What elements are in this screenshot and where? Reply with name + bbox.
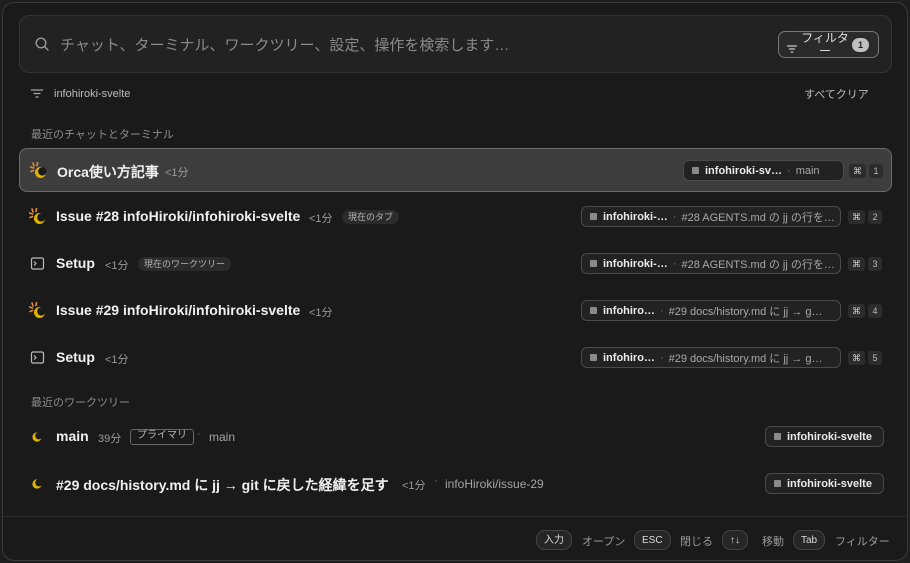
repo-square-icon xyxy=(692,167,699,174)
shortcut-number-key: 5 xyxy=(868,351,882,365)
repo-branch-pill: infohiroki-sv… · main xyxy=(683,160,844,181)
repo-square-icon xyxy=(590,213,597,220)
recent-item-row[interactable]: Issue #29 infoHiroki/infohiroki-svelte <… xyxy=(19,289,892,333)
shortcut-number-key: 1 xyxy=(869,164,883,178)
shortcut-cmd-key: ⌘ xyxy=(848,304,865,318)
shortcut-cmd-key: ⌘ xyxy=(849,164,866,178)
terminal-icon xyxy=(29,255,47,273)
shortcut-cmd-key: ⌘ xyxy=(848,257,865,271)
filter-icon xyxy=(787,40,797,58)
branch-name: #28 AGENTS.md の jj の行を… xyxy=(681,258,835,271)
command-palette: フィルター 1 infohiroki-svelte すべてクリア 最近のチャット… xyxy=(2,2,908,561)
current-tab-tag: 現在のタブ xyxy=(342,210,400,224)
recent-item-row[interactable]: Setup <1分 現在のワークツリー infohiroki-… · #28 A… xyxy=(19,242,892,286)
tab-key-hint: Tab xyxy=(793,530,826,550)
esc-key-hint: ESC xyxy=(634,530,671,550)
repo-pill: infohiroki-svelte xyxy=(765,426,884,447)
repo-name: infohiroki-svelte xyxy=(787,430,872,443)
branch-name: #28 AGENTS.md の jj の行を… xyxy=(681,211,835,224)
worktree-title: main xyxy=(56,428,89,444)
repo-square-icon xyxy=(590,307,597,314)
item-time: <1分 xyxy=(105,354,129,366)
filter-count-badge: 1 xyxy=(852,38,869,52)
branch-name: main xyxy=(795,164,820,177)
enter-key-hint: 入力 xyxy=(536,530,572,550)
shortcut-number-key: 4 xyxy=(868,304,882,318)
filter-button[interactable]: フィルター 1 xyxy=(778,31,879,58)
moon-icon xyxy=(29,475,47,493)
repo-name: infohiroki-… xyxy=(603,257,668,270)
section-header-recent-chats: 最近のチャットとターミナル xyxy=(31,129,174,141)
shortcut-cmd-key: ⌘ xyxy=(848,351,865,365)
repo-name: infohiro… xyxy=(603,351,655,364)
shortcut-number-key: 2 xyxy=(868,210,882,224)
primary-tag: プライマリ xyxy=(130,429,194,445)
tab-hint-label: フィルター xyxy=(835,536,890,548)
spinner-moon-icon xyxy=(28,301,47,320)
repo-branch-pill: infohiroki-… · #28 AGENTS.md の jj の行を… xyxy=(581,253,841,274)
repo-square-icon xyxy=(590,354,597,361)
repo-square-icon xyxy=(774,433,781,440)
separator-dot: · xyxy=(787,164,791,177)
item-title: Issue #29 infoHiroki/infohiroki-svelte xyxy=(56,302,301,318)
item-time: <1分 xyxy=(309,213,333,225)
repo-pill: infohiroki-svelte xyxy=(765,473,884,494)
enter-hint-label: オープン xyxy=(582,536,626,548)
search-bar: フィルター 1 xyxy=(19,15,892,73)
filter-icon xyxy=(31,85,43,103)
repo-branch-pill: infohiro… · #29 docs/history.md に jj → g… xyxy=(581,300,841,321)
item-title: Setup xyxy=(56,255,95,271)
item-time: <1分 xyxy=(309,307,333,319)
separator-dot: · xyxy=(672,210,677,223)
search-icon xyxy=(35,37,49,56)
branch-name: #29 docs/history.md に jj → g… xyxy=(668,352,823,365)
repo-name: infohiroki-svelte xyxy=(787,477,872,490)
terminal-icon xyxy=(29,349,47,367)
repo-square-icon xyxy=(774,480,781,487)
shortcut-number-key: 3 xyxy=(868,257,882,271)
spinner-moon-icon xyxy=(29,161,48,180)
active-filter-chip[interactable]: infohiroki-svelte xyxy=(31,86,130,102)
recent-item-row[interactable]: Setup <1分 infohiro… · #29 docs/history.m… xyxy=(19,336,892,380)
item-time: <1分 xyxy=(105,260,129,272)
separator-dot: · xyxy=(197,428,201,440)
shortcut-cmd-key: ⌘ xyxy=(848,210,865,224)
recent-item-row[interactable]: Orca使い方記事 <1分 infohiroki-sv… · main ⌘ 1 xyxy=(19,148,892,192)
repo-branch-pill: infohiroki-… · #28 AGENTS.md の jj の行を… xyxy=(581,206,841,227)
active-filter-label: infohiroki-svelte xyxy=(54,88,131,100)
worktree-time: 39分 xyxy=(98,433,122,445)
arrows-hint-label: 移動 xyxy=(762,536,784,548)
recent-item-row[interactable]: Issue #28 infoHiroki/infohiroki-svelte <… xyxy=(19,195,892,239)
current-worktree-tag: 現在のワークツリー xyxy=(138,257,232,271)
worktree-time: <1分 xyxy=(402,480,426,492)
repo-name: infohiroki-sv… xyxy=(705,164,783,177)
clear-all-button[interactable]: すべてクリア xyxy=(804,86,869,102)
worktree-title: #29 docs/history.md に jj → git に戻した経緯を足す xyxy=(56,477,389,493)
worktree-row[interactable]: #29 docs/history.md に jj → git に戻した経緯を足す… xyxy=(19,462,892,506)
item-title: Issue #28 infoHiroki/infohiroki-svelte xyxy=(56,208,301,224)
footer-hints: 入力 オープン ESC 閉じる ↑↓ 移動 Tab フィルター xyxy=(3,516,907,560)
item-title: Orca使い方記事 xyxy=(57,164,159,180)
search-input[interactable] xyxy=(60,30,680,60)
arrow-keys-hint: ↑↓ xyxy=(722,530,748,550)
section-header-recent-worktrees: 最近のワークツリー xyxy=(31,397,130,409)
branch-name: #29 docs/history.md に jj → g… xyxy=(668,305,823,318)
separator-dot: · xyxy=(672,257,677,270)
repo-square-icon xyxy=(590,260,597,267)
separator-dot: · xyxy=(434,475,438,487)
worktree-branch: main xyxy=(209,430,236,444)
repo-name: infohiro… xyxy=(603,304,655,317)
worktree-row[interactable]: main 39分 プライマリ · main infohiroki-svelte xyxy=(19,415,892,459)
separator-dot: · xyxy=(659,304,664,317)
item-time: <1分 xyxy=(165,167,189,179)
filter-button-label: フィルター xyxy=(801,31,849,58)
repo-name: infohiroki-… xyxy=(603,210,668,223)
spinner-moon-icon xyxy=(28,207,47,226)
repo-branch-pill: infohiro… · #29 docs/history.md に jj → g… xyxy=(581,347,841,368)
item-title: Setup xyxy=(56,349,95,365)
worktree-branch: infoHiroki/issue-29 xyxy=(445,477,544,491)
separator-dot: · xyxy=(659,351,664,364)
esc-hint-label: 閉じる xyxy=(680,536,713,548)
moon-icon xyxy=(29,428,47,446)
